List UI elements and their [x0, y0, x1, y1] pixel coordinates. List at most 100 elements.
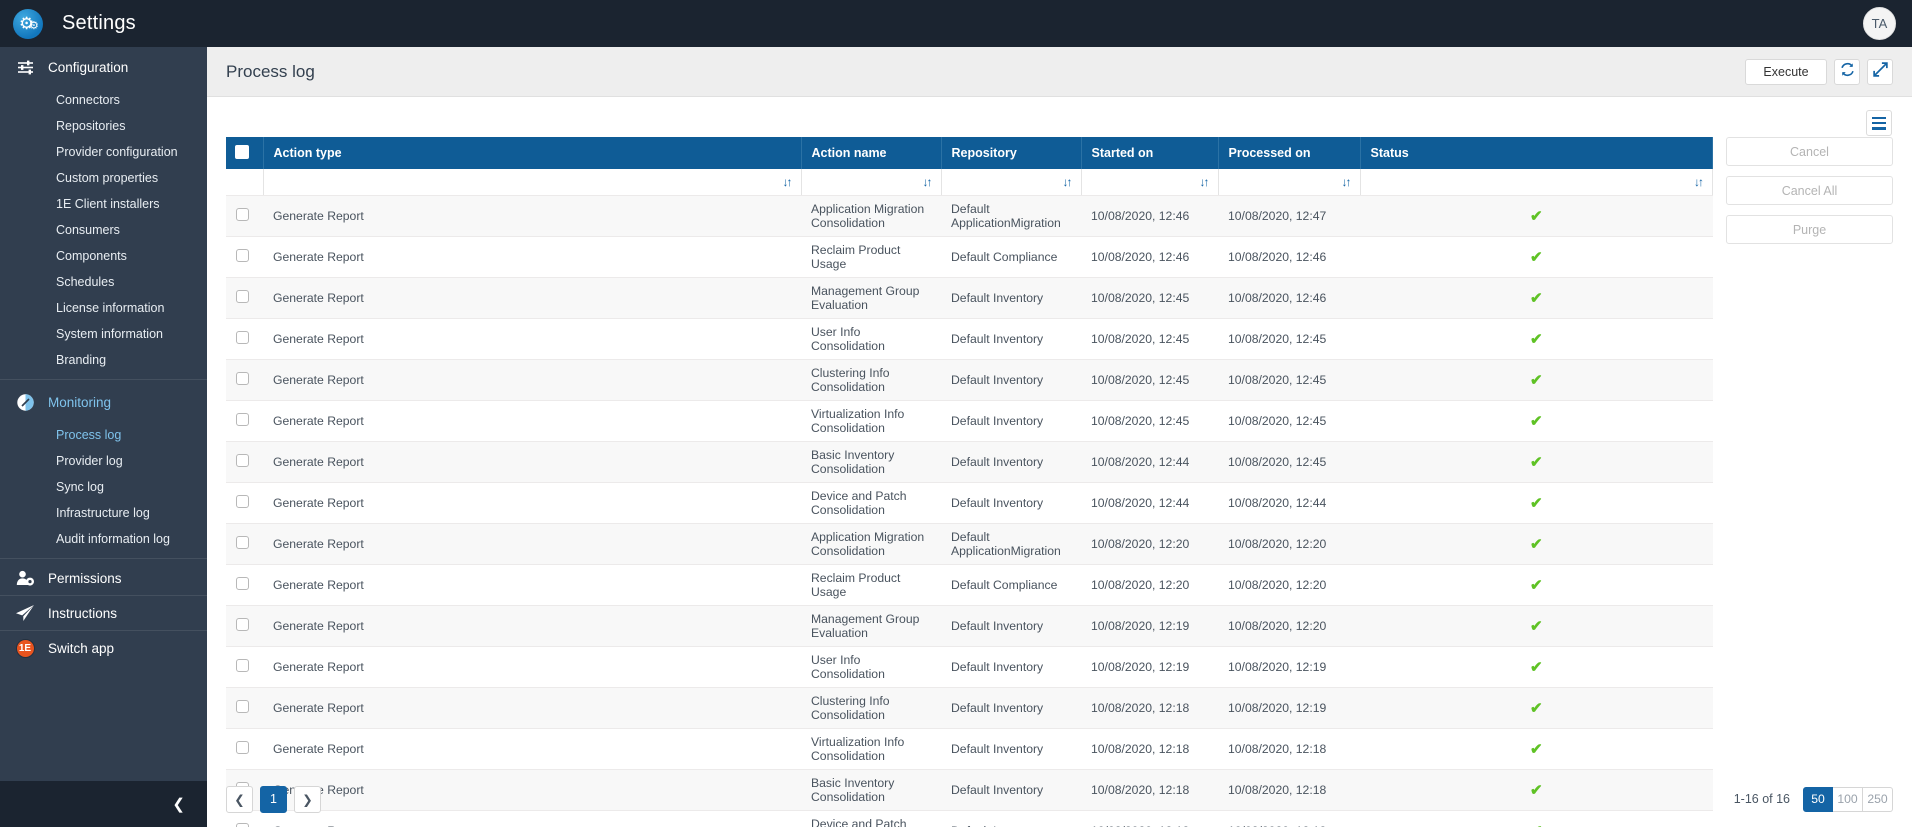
table-sort-row: ↓↑ ↓↑ ↓↑ ↓↑ ↓↑ ↓↑ [226, 169, 1713, 197]
table-row[interactable]: Generate Report Clustering Info Consolida… [226, 687, 1713, 730]
sort-updown-icon[interactable]: ↓↑ [923, 175, 933, 189]
row-select-cell[interactable] [226, 318, 263, 361]
row-checkbox[interactable] [236, 413, 249, 427]
row-select-cell[interactable] [226, 441, 263, 484]
table-row[interactable]: Generate Report Application Migration Con… [226, 195, 1713, 238]
sidebar-item-audit-information-log[interactable]: Audit information log [0, 526, 207, 552]
select-all-checkbox[interactable] [235, 144, 249, 159]
sidebar-item-schedules[interactable]: Schedules [0, 269, 207, 295]
sidebar-item-infrastructure-log[interactable]: Infrastructure log [0, 500, 207, 526]
column-header-action-name[interactable]: Action name [801, 137, 942, 170]
page-size-250[interactable]: 250 [1863, 786, 1893, 812]
cancel-button[interactable]: Cancel [1726, 137, 1893, 167]
cancel-all-button[interactable]: Cancel All [1726, 176, 1893, 206]
row-checkbox[interactable] [236, 741, 249, 755]
sort-updown-icon[interactable]: ↓↑ [1694, 175, 1704, 189]
pagination-page-1[interactable]: 1 [260, 785, 287, 813]
execute-button[interactable]: Execute [1745, 58, 1827, 85]
sidebar-item-provider-log[interactable]: Provider log [0, 448, 207, 474]
row-checkbox[interactable] [236, 208, 249, 222]
sidebar-item-process-log[interactable]: Process log [0, 422, 207, 448]
sort-cell-action-type[interactable]: ↓↑ [263, 169, 802, 197]
pagination-prev-button[interactable]: ❮ [226, 785, 253, 813]
paper-plane-icon [10, 604, 40, 622]
table-row[interactable]: Generate Report Management Group Evaluati… [226, 605, 1713, 648]
row-select-cell[interactable] [226, 646, 263, 689]
row-select-cell[interactable] [226, 482, 263, 525]
column-header-repository[interactable]: Repository [941, 137, 1082, 170]
row-checkbox[interactable] [236, 700, 249, 714]
select-all-header[interactable] [226, 137, 264, 170]
sidebar-item-branding[interactable]: Branding [0, 347, 207, 373]
column-header-started-on[interactable]: Started on [1081, 137, 1219, 170]
table-row[interactable]: Generate Report User Info Consolidation De… [226, 646, 1713, 689]
sort-updown-icon[interactable]: ↓↑ [1063, 175, 1073, 189]
sidebar-item-1e-client-installers[interactable]: 1E Client installers [0, 191, 207, 217]
table-row[interactable]: Generate Report Reclaim Product Usage Defa… [226, 564, 1713, 607]
row-checkbox[interactable] [236, 290, 249, 304]
row-select-cell[interactable] [226, 236, 263, 279]
sort-cell-processed-on[interactable]: ↓↑ [1218, 169, 1361, 197]
hamburger-menu-icon[interactable] [1866, 110, 1892, 137]
refresh-button[interactable] [1834, 58, 1860, 85]
table-row[interactable]: Generate Report Management Group Evaluati… [226, 277, 1713, 320]
avatar[interactable]: TA [1863, 7, 1896, 40]
row-select-cell[interactable] [226, 400, 263, 443]
sidebar-item-provider-configuration[interactable]: Provider configuration [0, 139, 207, 165]
row-select-cell[interactable] [226, 195, 263, 238]
sidebar-item-repositories[interactable]: Repositories [0, 113, 207, 139]
row-checkbox[interactable] [236, 659, 249, 673]
sidebar-group-configuration[interactable]: Configuration [0, 47, 207, 87]
row-select-cell[interactable] [226, 359, 263, 402]
pagination-next-button[interactable]: ❯ [294, 785, 321, 813]
column-header-action-type[interactable]: Action type [263, 137, 802, 170]
expand-button[interactable] [1867, 58, 1893, 85]
sidebar-item-permissions[interactable]: Permissions [0, 561, 207, 595]
table-row[interactable]: Generate Report Clustering Info Consolida… [226, 359, 1713, 402]
row-select-cell[interactable] [226, 277, 263, 320]
sort-updown-icon[interactable]: ↓↑ [783, 175, 793, 189]
table-row[interactable]: Generate Report User Info Consolidation De… [226, 318, 1713, 361]
sort-cell-started-on[interactable]: ↓↑ [1081, 169, 1219, 197]
row-checkbox[interactable] [236, 454, 249, 468]
sidebar-item-connectors[interactable]: Connectors [0, 87, 207, 113]
row-checkbox[interactable] [236, 372, 249, 386]
column-header-status[interactable]: Status [1360, 137, 1713, 170]
page-size-100[interactable]: 100 [1833, 786, 1863, 812]
sort-updown-icon[interactable]: ↓↑ [1342, 175, 1352, 189]
sidebar-item-instructions[interactable]: Instructions [0, 596, 207, 630]
row-select-cell[interactable] [226, 523, 263, 566]
sort-cell-status[interactable]: ↓↑ [1360, 169, 1713, 197]
row-select-cell[interactable] [226, 728, 263, 771]
table-row[interactable]: Generate Report Virtualization Info Conso… [226, 400, 1713, 443]
sidebar-item-components[interactable]: Components [0, 243, 207, 269]
sidebar-item-license-information[interactable]: License information [0, 295, 207, 321]
row-checkbox[interactable] [236, 577, 249, 591]
purge-button[interactable]: Purge [1726, 215, 1893, 245]
row-checkbox[interactable] [236, 249, 249, 263]
row-select-cell[interactable] [226, 687, 263, 730]
sidebar-collapse-button[interactable]: ❮ [0, 781, 207, 827]
row-select-cell[interactable] [226, 605, 263, 648]
row-select-cell[interactable] [226, 564, 263, 607]
column-header-processed-on[interactable]: Processed on [1218, 137, 1361, 170]
sidebar-item-switch-app[interactable]: Switch app [0, 631, 207, 665]
page-size-50[interactable]: 50 [1803, 786, 1833, 812]
sort-updown-icon[interactable]: ↓↑ [1200, 175, 1210, 189]
table-row[interactable]: Generate Report Reclaim Product Usage Defa… [226, 236, 1713, 279]
row-checkbox[interactable] [236, 618, 249, 632]
table-row[interactable]: Generate ReportBasic Inventory Consolida… [226, 441, 1713, 484]
table-row[interactable]: Generate Report Virtualization Info Conso… [226, 728, 1713, 771]
sidebar-group-monitoring[interactable]: Monitoring [0, 382, 207, 422]
sidebar-item-sync-log[interactable]: Sync log [0, 474, 207, 500]
table-row[interactable]: Generate Report Application Migration Con… [226, 523, 1713, 566]
sort-cell-action-name[interactable]: ↓↑ [801, 169, 942, 197]
sidebar-item-consumers[interactable]: Consumers [0, 217, 207, 243]
sort-cell-repository[interactable]: ↓↑ [941, 169, 1082, 197]
table-row[interactable]: Generate ReportDevice and Patch Consolid… [226, 482, 1713, 525]
sidebar-item-system-information[interactable]: System information [0, 321, 207, 347]
row-checkbox[interactable] [236, 331, 249, 345]
row-checkbox[interactable] [236, 536, 249, 550]
row-checkbox[interactable] [236, 495, 249, 509]
sidebar-item-custom-properties[interactable]: Custom properties [0, 165, 207, 191]
